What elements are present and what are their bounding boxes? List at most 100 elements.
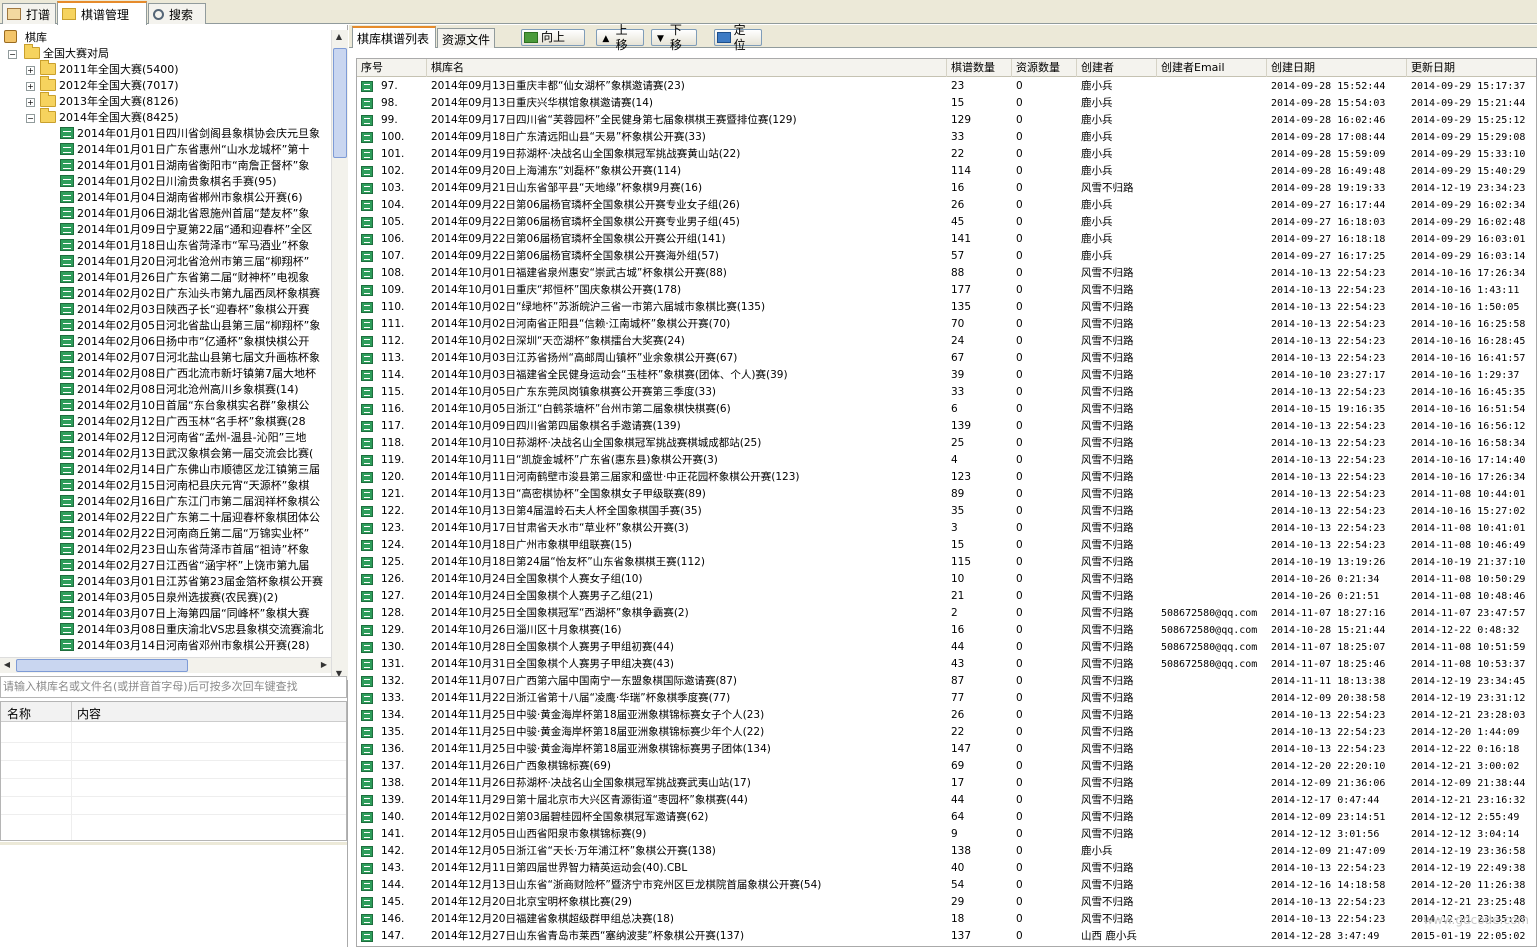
column-header[interactable]: 创建者 [1077,59,1157,77]
table-row[interactable]: 127. 2014年10月24日全国象棋个人赛男子乙组(21) 21 0 风雪不归路 20… [357,588,1536,605]
library-tree[interactable]: 棋库 − 全国大赛对局 +2011年全国大赛(5400) +2012年全国大赛(7… [0,30,331,680]
tree-node-file[interactable]: 2014年02月10日首届“东台象棋实名群”象棋公 [60,398,309,414]
table-row[interactable]: 136. 2014年11月25日中骏·黄金海岸杯第18届亚洲象棋锦标赛男子团体(1… [357,741,1536,758]
tree-node-file[interactable]: 2014年01月01日湖南省衡阳市“南詹正督杯”象 [60,158,309,174]
scroll-up-icon[interactable]: ▲ [332,32,346,41]
table-row[interactable]: 129. 2014年10月26日淄川区十月象棋赛(16) 16 0 风雪不归路 50867… [357,622,1536,639]
table-row[interactable]: 110. 2014年10月02日“绿地杯”苏浙皖沪三省一市第六届城市象棋比赛(13… [357,299,1536,316]
tree-node-national[interactable]: − 全国大赛对局 [8,44,109,62]
tree-node-file[interactable]: 2014年03月07日上海第四届“同峰杯”象棋大赛 [60,606,309,622]
tree-node-file[interactable]: 2014年02月05日河北省盐山县第三届“柳翔杯”象 [60,318,320,334]
tree-node-file[interactable]: 2014年02月07日河北盐山县第七届文升画栋杯象 [60,350,320,366]
table-row[interactable]: 147. 2014年12月27日山东省青岛市莱西“塞纳波斐”杯象棋公开赛(137)… [357,928,1536,945]
column-header[interactable]: 棋库名 [427,59,947,77]
tree-node-file[interactable]: 2014年03月08日重庆渝北VS忠县象棋交流赛渝北 [60,622,324,638]
table-row[interactable]: 101. 2014年09月19日荪湖杯·决战名山全国象棋冠军挑战赛黄山站(22) 2… [357,146,1536,163]
table-row[interactable]: 111. 2014年10月02日河南省正阳县“信赖·江南城杯”象棋公开赛(70) 7… [357,316,1536,333]
column-header[interactable]: 资源数量 [1012,59,1077,77]
tree-node-file[interactable]: 2014年02月15日河南杞县庆元宵“天源杯”象棋 [60,478,309,494]
tree-horizontal-scrollbar[interactable]: ◀ ▶ [0,657,331,673]
table-row[interactable]: 112. 2014年10月02日深圳“天峦湖杯”象棋擂台大奖赛(24) 24 0 风雪不… [357,333,1536,350]
table-row[interactable]: 116. 2014年10月05日浙江“白鹤茶塘杯”台州市第二届象棋快棋赛(6) 6 0… [357,401,1536,418]
table-row[interactable]: 140. 2014年12月02日第03届碧桂园杯全国象棋冠军邀请赛(62) 64 0 风… [357,809,1536,826]
scroll-right-icon[interactable]: ▶ [317,660,331,669]
scroll-thumb[interactable] [333,48,347,158]
tree-node-file[interactable]: 2014年03月01日江苏省第23届金箔杯象棋公开赛 [60,574,323,590]
table-row[interactable]: 98. 2014年09月13日重庆兴华棋馆象棋邀请赛(14) 15 0 鹿小兵 2014-… [357,95,1536,112]
tree-node-file[interactable]: 2014年01月01日广东省惠州“山水龙城杯”第十 [60,142,309,158]
table-row[interactable]: 145. 2014年12月20日北京宝明杯象棋比赛(29) 29 0 风雪不归路 2014… [357,894,1536,911]
tree-node-file[interactable]: 2014年02月27日江西省“涵宇杯”上饶市第九届 [60,558,309,574]
expand-icon[interactable]: + [26,82,35,91]
tree-node-file[interactable]: 2014年01月06日湖北省恩施州首届“楚友杯”象 [60,206,309,222]
expand-icon[interactable]: + [26,66,35,75]
table-row[interactable]: 121. 2014年10月13日“高密棋协杯”全国象棋女子甲级联赛(89) 89 0 风… [357,486,1536,503]
tree-node-file[interactable]: 2014年03月05日泉州选拔赛(农民赛)(2) [60,590,278,606]
tree-node-file[interactable]: 2014年02月06日扬中市“亿通杯”象棋快棋公开 [60,334,309,350]
table-row[interactable]: 122. 2014年10月13日第4届温岭石夫人杯全国象棋国手赛(35) 35 0 风雪… [357,503,1536,520]
move-down-button[interactable]: ▼ 下移 [651,23,697,52]
tree-node-file[interactable]: 2014年02月22日河南商丘第二届“万锦实业杯” [60,526,309,542]
table-row[interactable]: 125. 2014年10月18日第24届“怡友杯”山东省象棋棋王赛(112) 115… [357,554,1536,571]
column-header[interactable]: 创建日期 [1267,59,1407,77]
tree-node-file[interactable]: 2014年02月02日广东汕头市第九届西凤杯象棋赛 [60,286,320,302]
table-row[interactable]: 133. 2014年11月22日浙江省第十八届“凌鹰·华瑞”杯象棋季度赛(77) 7… [357,690,1536,707]
table-row[interactable]: 97. 2014年09月13日重庆丰都“仙女湖杯”象棋邀请赛(23) 23 0 鹿小兵 2… [357,78,1536,95]
tree-vertical-scrollbar[interactable]: ▲ ▼ [331,30,348,680]
table-row[interactable]: 117. 2014年10月09日四川省第四届象棋名手邀请赛(139) 139 0 风雪不… [357,418,1536,435]
table-row[interactable]: 146. 2014年12月20日福建省象棋超级群甲组总决赛(18) 18 0 风雪不归路… [357,911,1536,928]
table-row[interactable]: 113. 2014年10月03日江苏省扬州“高邮周山镇杯”业余象棋公开赛(67) 6… [357,350,1536,367]
locate-button[interactable]: 定位 [714,23,762,52]
column-header[interactable]: 创建者Email [1157,59,1267,77]
tree-node-file[interactable]: 2014年01月18日山东省菏泽市“军马酒业”杯象 [60,238,309,254]
table-row[interactable]: 143. 2014年12月11日第四届世界智力精英运动会(40).CBL 40 0 风雪… [357,860,1536,877]
tree-node-file[interactable]: 2014年02月13日武汉象棋会第一届交流会比赛( [60,446,313,462]
tab-library[interactable]: 棋谱管理 [57,1,147,25]
tab-game-list[interactable]: 棋库棋谱列表 [352,26,436,48]
table-row[interactable]: 128. 2014年10月25日全国象棋冠军“西湖杯”象棋争霸赛(2) 2 0 风雪不归… [357,605,1536,622]
tree-node-file[interactable]: 2014年01月09日宁夏第22届“通和迎春杯”全区 [60,222,312,238]
table-row[interactable]: 104. 2014年09月22日第06届杨官璘杯全国象棋公开赛专业女子组(26) 2… [357,197,1536,214]
table-row[interactable]: 141. 2014年12月05日山西省阳泉市象棋锦标赛(9) 9 0 风雪不归路 2014… [357,826,1536,843]
table-row[interactable]: 106. 2014年09月22日第06届杨官璘杯全国象棋公开赛公开组(141) 14… [357,231,1536,248]
table-row[interactable]: 100. 2014年09月18日广东清远阳山县“天易”杯象棋公开赛(33) 33 0 鹿… [357,129,1536,146]
tree-node-file[interactable]: 2014年02月16日广东江门市第二届润祥杯象棋公 [60,494,320,510]
column-header[interactable]: 棋谱数量 [947,59,1012,77]
table-row[interactable]: 103. 2014年09月21日山东省邹平县“天地缘”杯象棋9月赛(16) 16 0 风… [357,180,1536,197]
move-up-button[interactable]: ▲ 上移 [596,23,644,52]
expand-icon[interactable]: + [26,98,35,107]
column-header[interactable]: 更新日期 [1407,59,1536,77]
tree-node-file[interactable]: 2014年01月26日广东省第二届“财神杯”电视象 [60,270,309,286]
tree-node-file[interactable]: 2014年01月04日湖南省郴州市象棋公开赛(6) [60,190,303,206]
tree-node-file[interactable]: 2014年01月01日四川省剑阁县象棋协会庆元旦象 [60,126,320,142]
table-row[interactable]: 144. 2014年12月13日山东省“浙商财险杯”暨济宁市兖州区巨龙棋院首届象棋… [357,877,1536,894]
table-row[interactable]: 131. 2014年10月31日全国象棋个人赛男子甲组决赛(43) 43 0 风雪不归路… [357,656,1536,673]
tree-node-file[interactable]: 2014年02月08日广西北流市新圩镇第7届大地杯 [60,366,316,382]
scroll-thumb[interactable] [16,659,188,672]
table-row[interactable]: 102. 2014年09月20日上海浦东“刘磊杯”象棋公开赛(114) 114 0 鹿小… [357,163,1536,180]
table-row[interactable]: 139. 2014年11月29日第十届北京市大兴区青源街道“枣园杯”象棋赛(44)… [357,792,1536,809]
table-row[interactable]: 108. 2014年10月01日福建省泉州惠安“崇武古城”杯象棋公开赛(88) 88… [357,265,1536,282]
scroll-left-icon[interactable]: ◀ [0,660,14,669]
table-row[interactable]: 138. 2014年11月26日荪湖杯·决战名山全国象棋冠军挑战赛武夷山站(17)… [357,775,1536,792]
tree-node-year[interactable]: −2014年全国大赛(8425) [24,108,179,126]
panel-splitter[interactable] [0,842,347,845]
tab-resource-files[interactable]: 资源文件 [437,28,495,48]
table-row[interactable]: 120. 2014年10月11日河南鹤壁市浚县第三届家和盛世·中正花园杯象棋公开赛… [357,469,1536,486]
table-row[interactable]: 99. 2014年09月17日四川省“芙蓉园杯”全民健身第七届象棋棋王赛暨排位赛(… [357,112,1536,129]
search-input[interactable]: 请输入棋库名或文件名(或拼音首字母)后可按多次回车键查找 [0,676,347,698]
table-row[interactable]: 124. 2014年10月18日广州市象棋甲组联赛(15) 15 0 风雪不归路 2014… [357,537,1536,554]
tab-play[interactable]: 打谱 [2,3,56,24]
tree-node-file[interactable]: 2014年01月02日川渝贵象棋名手赛(95) [60,174,277,190]
tree-node-file[interactable]: 2014年02月23日山东省菏泽市首届“祖诗”杯象 [60,542,309,558]
table-row[interactable]: 118. 2014年10月10日荪湖杯·决战名山全国象棋冠军挑战赛棋城成都站(25… [357,435,1536,452]
table-row[interactable]: 130. 2014年10月28日全国象棋个人赛男子甲组初赛(44) 44 0 风雪不归路… [357,639,1536,656]
tree-node-file[interactable]: 2014年03月14日河南省邓州市象棋公开赛(28) [60,638,310,654]
table-row[interactable]: 105. 2014年09月22日第06届杨官璘杯全国象棋公开赛专业男子组(45) 4… [357,214,1536,231]
tree-node-file[interactable]: 2014年02月12日广西玉林“名手杯”象棋赛(28 [60,414,306,430]
table-row[interactable]: 135. 2014年11月25日中骏·黄金海岸杯第18届亚洲象棋锦标赛少年个人(2… [357,724,1536,741]
tree-node-file[interactable]: 2014年02月22日广东第二十届迎春杯象棋团体公 [60,510,320,526]
tab-search[interactable]: 搜索 [148,3,206,24]
collapse-icon[interactable]: − [8,50,17,59]
table-row[interactable]: 107. 2014年09月22日第06届杨官璘杯全国象棋公开赛海外组(57) 57 0… [357,248,1536,265]
